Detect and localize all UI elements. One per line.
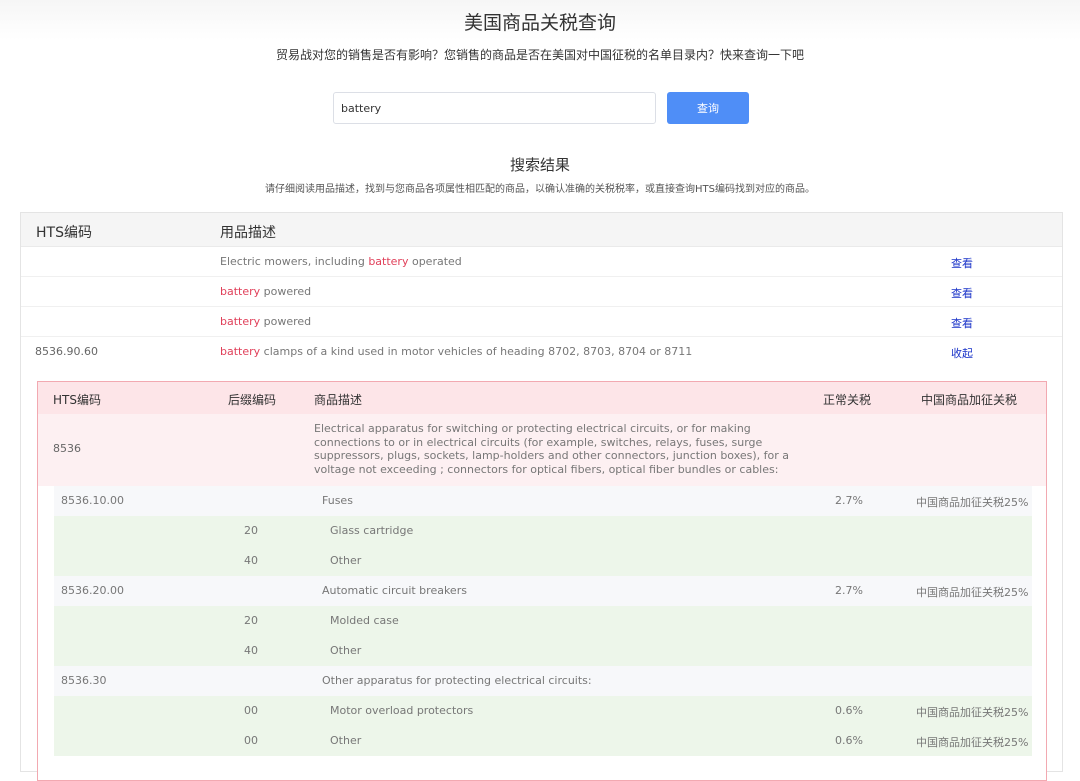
detail-suffix: 40 [244,554,258,567]
result-description: battery clamps of a kind used in motor v… [220,345,693,358]
detail-normal-tariff: 2.7% [835,494,863,507]
detail-description: Fuses [322,494,353,507]
results-table: HTS编码 用品描述 Electric mowers, including ba… [20,212,1063,781]
result-description: battery powered [220,285,312,298]
detail-normal-tariff: 0.6% [835,704,863,717]
detail-description: Other [330,554,362,567]
detail-code: 8536.30 [61,674,107,687]
tariff-detail-panel: HTS编码 后缀编码 商品描述 正常关税 中国商品加征关税 8536 Elect… [37,381,1047,781]
detail-normal-tariff: 0.6% [835,734,863,747]
search-input[interactable] [333,92,656,124]
detail-code: 8536.10.00 [61,494,124,507]
detail-suffix: 20 [244,524,258,537]
detail-subheading-row: 8536.10.00 Fuses 2.7% 中国商品加征关税25% [54,486,1032,516]
detail-item-row: 20 Glass cartridge [54,516,1032,546]
detail-column-normal-tariff: 正常关税 [823,393,872,407]
detail-column-hts-code: HTS编码 [53,393,101,407]
detail-item-row: 40 Other [54,546,1032,576]
detail-suffix: 00 [244,734,258,747]
results-table-header: HTS编码 用品描述 [21,213,1062,247]
keyword-highlight: battery [220,345,261,358]
detail-description: Motor overload protectors [330,704,474,717]
detail-description: Glass cartridge [330,524,414,537]
result-code: 8536.90.60 [35,345,98,358]
detail-description: Other [330,644,362,657]
result-row: battery powered 查看 [21,307,1062,337]
detail-header: HTS编码 后缀编码 商品描述 正常关税 中国商品加征关税 [38,382,1046,414]
detail-column-china-tariff: 中国商品加征关税 [921,393,1018,407]
detail-china-tariff: 中国商品加征关税25% [916,496,1029,509]
detail-subheading-row: 8536.20.00 Automatic circuit breakers 2.7%… [54,576,1032,606]
detail-heading-row: 8536 Electrical apparatus for switching … [38,414,1046,486]
collapse-link[interactable]: 收起 [951,345,973,361]
detail-description: Other [330,734,362,747]
detail-description: Other apparatus for protecting electrica… [322,674,592,687]
keyword-highlight: battery [220,315,261,328]
result-description: battery powered [220,315,312,328]
keyword-highlight: battery [220,285,261,298]
detail-suffix: 00 [244,704,258,717]
column-header-description: 用品描述 [220,225,276,241]
detail-column-description: 商品描述 [314,393,363,407]
heading-code: 8536 [53,442,81,455]
view-link[interactable]: 查看 [951,285,973,301]
detail-china-tariff: 中国商品加征关税25% [916,706,1029,719]
detail-item-row: 40 Other [54,636,1032,666]
detail-description: Automatic circuit breakers [322,584,467,597]
detail-item-row: 00 Other 0.6% 中国商品加征关税25% [54,726,1032,756]
detail-column-suffix: 后缀编码 [228,393,277,407]
detail-normal-tariff: 2.7% [835,584,863,597]
result-description: Electric mowers, including battery opera… [220,255,462,268]
keyword-highlight: battery [368,255,409,268]
page-subtitle: 贸易战对您的销售是否有影响？您销售的商品是否在美国对中国征税的名单目录内？快来查… [275,48,804,62]
view-link[interactable]: 查看 [951,315,973,331]
detail-china-tariff: 中国商品加征关税25% [916,586,1029,599]
detail-item-row: 00 Motor overload protectors 0.6% 中国商品加征关税2… [54,696,1032,726]
results-title: 搜索结果 [509,156,570,174]
detail-suffix: 40 [244,644,258,657]
search-button[interactable]: 查询 [667,92,749,124]
page-title: 美国商品关税查询 [463,12,616,34]
detail-item-row: 20 Molded case [54,606,1032,636]
results-hint: 请仔细阅读用品描述，找到与您商品各项属性相匹配的商品，以确认准确的关税税率，或直… [265,184,815,195]
detail-description: Molded case [330,614,399,627]
heading-description: Electrical apparatus for switching or pr… [314,422,790,476]
detail-suffix: 20 [244,614,258,627]
detail-china-tariff: 中国商品加征关税25% [916,736,1029,749]
column-header-hts-code: HTS编码 [36,225,92,241]
result-row-expanded: 8536.90.60 battery clamps of a kind used… [21,337,1062,367]
result-row: Electric mowers, including battery opera… [21,247,1062,277]
detail-subheading-row: 8536.30 Other apparatus for protecting el… [54,666,1032,696]
view-link[interactable]: 查看 [951,255,973,271]
detail-code: 8536.20.00 [61,584,124,597]
result-row: battery powered 查看 [21,277,1062,307]
